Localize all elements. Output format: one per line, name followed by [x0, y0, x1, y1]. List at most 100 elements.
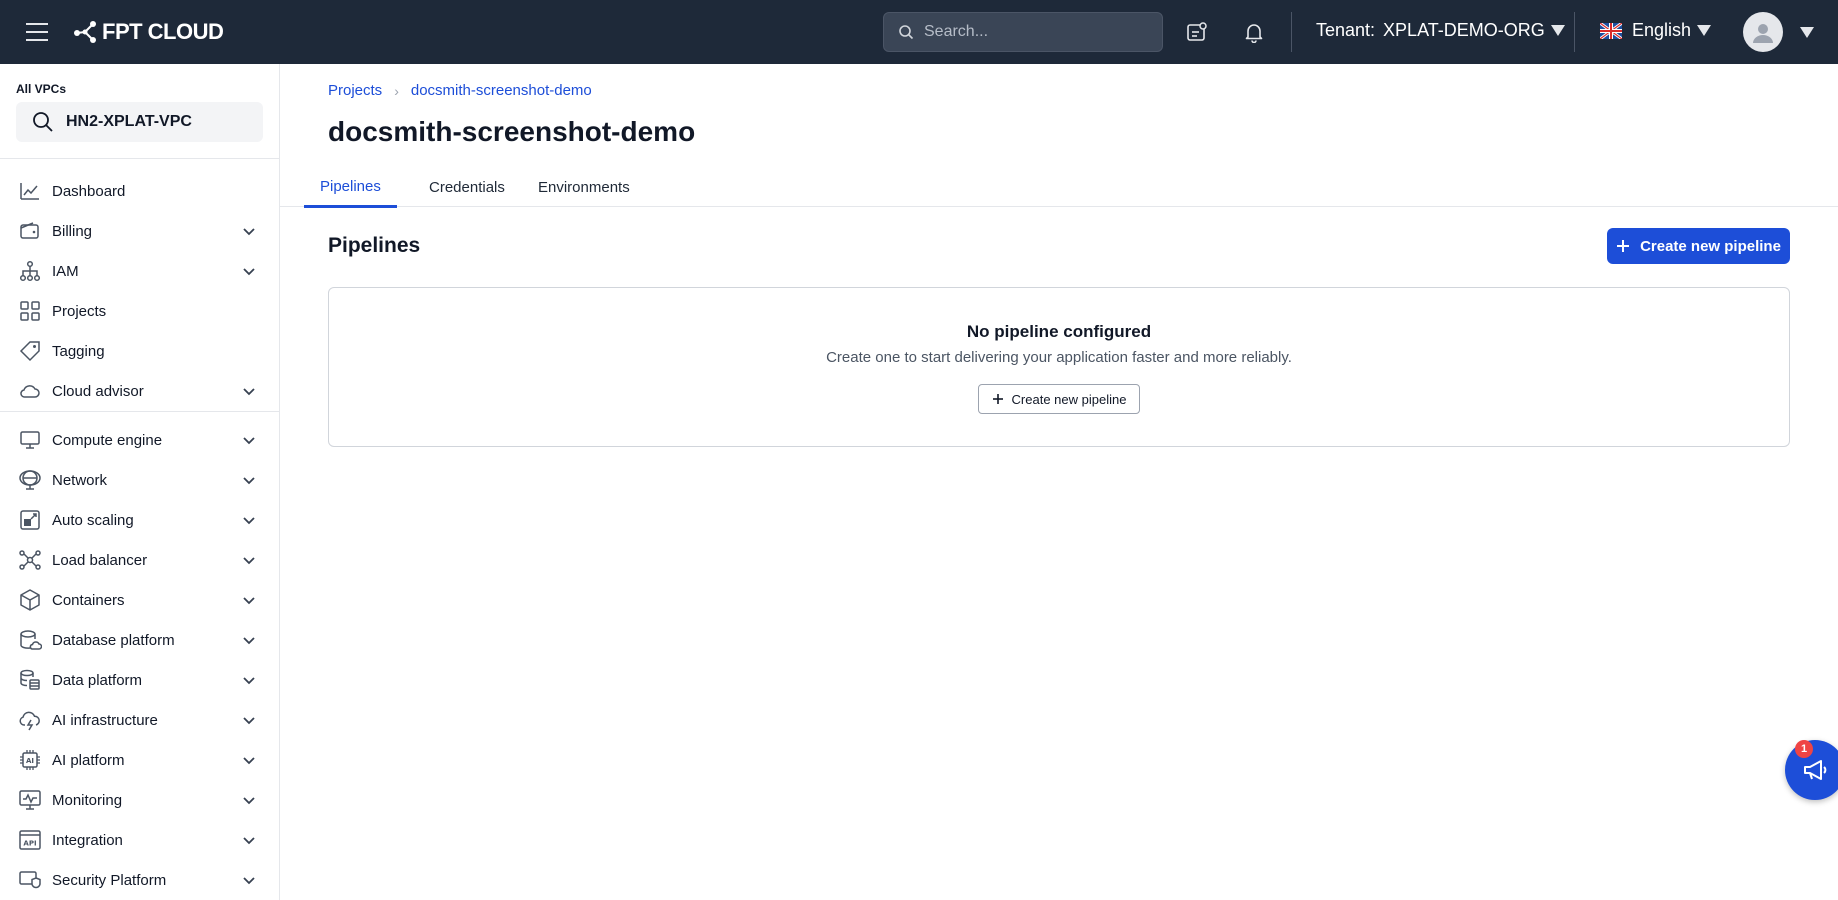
sidebar: All VPCs HN2-XPLAT-VPC Dashboard Billing I… [0, 64, 280, 900]
divider [0, 411, 279, 412]
language-label: English [1632, 20, 1692, 40]
sidebar-item-label: AI platform [52, 751, 125, 769]
vpc-value: HN2-XPLAT-VPC [66, 113, 192, 130]
sidebar-item-label: Security Platform [52, 871, 167, 889]
chevron-down-icon [243, 268, 255, 276]
chevron-down-icon [243, 388, 255, 396]
sidebar-item-label: Dashboard [52, 182, 126, 200]
empty-create-pipeline-label: Create new pipeline [1011, 391, 1127, 407]
sidebar-item-database-platform[interactable]: Database platform [0, 620, 279, 660]
megaphone-icon [1804, 760, 1827, 780]
cloud-bolt-icon [18, 708, 42, 732]
sidebar-item-label: IAM [52, 262, 79, 280]
create-pipeline-button[interactable]: Create new pipeline [1607, 228, 1790, 264]
sidebar-item-label: Database platform [52, 631, 175, 649]
sidebar-item-iam[interactable]: IAM [0, 251, 279, 291]
vpc-selector[interactable]: HN2-XPLAT-VPC [16, 102, 263, 142]
chevron-down-icon [243, 877, 255, 885]
breadcrumb-projects-link[interactable]: Projects [328, 82, 382, 99]
tenant-selector[interactable]: Tenant: XPLAT-DEMO-ORG [1316, 20, 1565, 41]
svg-text:API: API [23, 840, 36, 848]
caret-down-icon [1697, 25, 1712, 36]
requests-icon[interactable] [1183, 18, 1211, 46]
sidebar-item-label: Billing [52, 222, 93, 240]
chevron-down-icon [243, 797, 255, 805]
chevron-down-icon [243, 437, 255, 445]
sidebar-item-security-platform[interactable]: Security Platform [0, 860, 279, 900]
uk-flag-icon [1600, 22, 1622, 39]
sidebar-item-load-balancer[interactable]: Load balancer [0, 540, 279, 580]
search-icon [899, 25, 914, 40]
org-tree-icon [18, 259, 42, 283]
notification-badge: 1 [1795, 740, 1813, 758]
chevron-down-icon [243, 677, 255, 685]
monitoring-icon [18, 788, 42, 812]
sidebar-item-integration[interactable]: API Integration [0, 820, 279, 860]
bell-icon[interactable] [1240, 18, 1268, 46]
sidebar-item-label: Cloud advisor [52, 382, 144, 400]
tab-environments[interactable]: Environments [522, 168, 646, 207]
box-icon [18, 588, 42, 612]
tab-credentials[interactable]: Credentials [413, 168, 521, 207]
empty-state-subtitle: Create one to start delivering your appl… [826, 349, 1292, 366]
api-icon: API [18, 828, 42, 852]
sidebar-item-label: Load balancer [52, 551, 148, 569]
language-selector[interactable]: English [1600, 20, 1712, 41]
menu-icon[interactable] [26, 20, 54, 44]
sidebar-item-ai-platform[interactable]: AI AI platform [0, 740, 279, 780]
sidebar-item-projects[interactable]: Projects [0, 291, 279, 331]
logo-text: FPT CLOUD [102, 19, 224, 44]
sidebar-item-auto-scaling[interactable]: Auto scaling [0, 500, 279, 540]
empty-state: No pipeline configured Create one to sta… [328, 287, 1790, 447]
chevron-down-icon [243, 228, 255, 236]
search-placeholder: Search... [924, 23, 989, 40]
top-bar: FPT CLOUD Search... Tenant: XPLAT-DEMO-O… [0, 0, 1838, 64]
empty-state-title: No pipeline configured [966, 322, 1152, 341]
create-pipeline-label: Create new pipeline [1640, 237, 1781, 255]
caret-down-icon[interactable] [1800, 27, 1814, 38]
avatar[interactable] [1743, 12, 1783, 52]
logo-mark-icon [74, 21, 96, 43]
sidebar-item-billing[interactable]: Billing [0, 211, 279, 251]
sidebar-item-label: Monitoring [52, 791, 123, 809]
chevron-down-icon [243, 517, 255, 525]
sidebar-item-label: AI infrastructure [52, 711, 158, 729]
tab-pipelines[interactable]: Pipelines [304, 168, 397, 208]
sidebar-item-monitoring[interactable]: Monitoring [0, 780, 279, 820]
sidebar-item-compute-engine[interactable]: Compute engine [0, 420, 279, 460]
sidebar-item-data-platform[interactable]: Data platform [0, 660, 279, 700]
security-icon [18, 868, 42, 892]
divider [1574, 12, 1575, 52]
page-title: docsmith-screenshot-demo [328, 116, 696, 147]
monitor-icon [18, 428, 42, 452]
load-balancer-icon [18, 548, 42, 572]
search-input[interactable]: Search... [883, 12, 1163, 52]
section-title: Pipelines [328, 234, 421, 257]
database-stack-icon [18, 668, 42, 692]
plus-icon [992, 394, 1003, 404]
sidebar-item-label: Network [52, 471, 108, 489]
sidebar-item-label: Projects [52, 302, 107, 320]
sidebar-item-cloud-advisor[interactable]: Cloud advisor [0, 371, 279, 411]
sidebar-item-ai-infrastructure[interactable]: AI infrastructure [0, 700, 279, 740]
logo[interactable]: FPT CLOUD [72, 18, 224, 46]
grid-icon [18, 299, 42, 323]
vpc-label: All VPCs [16, 82, 67, 96]
sidebar-item-containers[interactable]: Containers [0, 580, 279, 620]
tenant-label: Tenant: [1316, 20, 1376, 40]
breadcrumb-current[interactable]: docsmith-screenshot-demo [411, 82, 592, 99]
sidebar-item-dashboard[interactable]: Dashboard [0, 171, 279, 211]
chevron-down-icon [243, 597, 255, 605]
sidebar-item-network[interactable]: Network [0, 460, 279, 500]
empty-create-pipeline-button[interactable]: Create new pipeline [978, 384, 1140, 414]
caret-down-icon [1550, 25, 1565, 36]
chevron-down-icon [243, 557, 255, 565]
svg-text:AI: AI [26, 757, 34, 765]
sidebar-item-label: Containers [52, 591, 125, 609]
sidebar-item-tagging[interactable]: Tagging [0, 331, 279, 371]
tenant-value: XPLAT-DEMO-ORG [1383, 20, 1545, 40]
cloud-icon [18, 379, 42, 403]
sidebar-item-label: Auto scaling [52, 511, 134, 529]
chevron-down-icon [243, 637, 255, 645]
tag-icon [18, 339, 42, 363]
